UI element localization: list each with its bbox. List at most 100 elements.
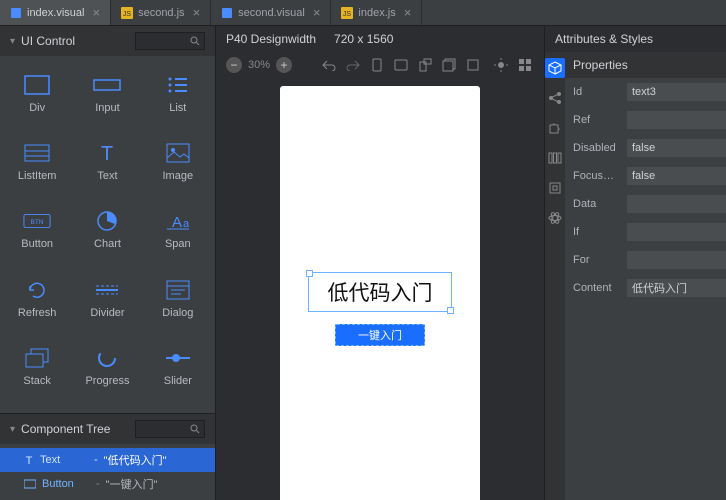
control-refresh[interactable]: Refresh xyxy=(4,271,70,335)
control-divider[interactable]: Divider xyxy=(74,271,140,335)
svg-text:T: T xyxy=(26,455,33,465)
divider-icon xyxy=(93,279,121,301)
tab-index-visual[interactable]: index.visual × xyxy=(0,0,111,25)
close-icon[interactable]: × xyxy=(313,5,321,20)
svg-text:T: T xyxy=(101,143,113,163)
canvas-toolbar: − 30% + xyxy=(216,52,544,82)
prop-row-focus: Focus… xyxy=(565,162,726,190)
canvas-text-element[interactable]: 低代码入门 xyxy=(308,272,452,312)
cube-icon[interactable] xyxy=(545,58,565,78)
left-sidebar: ▾UI Control Div Input List ListItem TTex… xyxy=(0,26,216,500)
control-image[interactable]: Image xyxy=(145,134,211,198)
close-icon[interactable]: × xyxy=(193,5,201,20)
layers-icon[interactable] xyxy=(440,56,458,74)
control-list[interactable]: List xyxy=(145,66,211,130)
properties-section-title: Properties xyxy=(565,52,726,78)
prop-input-if[interactable] xyxy=(627,223,726,241)
attributes-title: Attributes & Styles xyxy=(545,26,726,52)
atom-icon[interactable] xyxy=(545,208,565,228)
tree-node-text[interactable]: T Text - "低代码入门" xyxy=(0,448,215,472)
control-chart[interactable]: Chart xyxy=(74,202,140,266)
tree-search-input[interactable] xyxy=(135,420,205,438)
prop-input-focus[interactable] xyxy=(627,167,726,185)
tab-label: index.js xyxy=(358,7,395,19)
search-icon xyxy=(190,36,200,46)
zoom-in-button[interactable]: + xyxy=(276,57,292,73)
prop-row-disabled: Disabled xyxy=(565,134,726,162)
chevron-down-icon[interactable]: ▾ xyxy=(10,36,15,47)
list-icon xyxy=(164,74,192,96)
zoom-out-button[interactable]: − xyxy=(226,57,242,73)
close-icon[interactable]: × xyxy=(92,5,100,20)
device-label: P40 Designwidth xyxy=(226,32,316,46)
ui-control-header: ▾UI Control xyxy=(0,26,215,56)
device-rotate-icon[interactable] xyxy=(416,56,434,74)
prop-input-disabled[interactable] xyxy=(627,139,726,157)
brightness-icon[interactable] xyxy=(492,56,510,74)
tab-label: second.visual xyxy=(238,7,305,19)
prop-row-data: Data xyxy=(565,190,726,218)
svg-text:A: A xyxy=(172,214,182,230)
progress-icon xyxy=(93,347,121,369)
control-input[interactable]: Input xyxy=(74,66,140,130)
tab-second-js[interactable]: JS second.js × xyxy=(111,0,211,25)
close-icon[interactable]: × xyxy=(404,5,412,20)
prop-input-id[interactable] xyxy=(627,83,726,101)
text-icon: T xyxy=(24,455,34,465)
div-icon xyxy=(23,74,51,96)
svg-text:BTN: BTN xyxy=(31,219,44,226)
puzzle-icon[interactable] xyxy=(545,118,565,138)
tree-node-button[interactable]: Button - "一键入门" xyxy=(0,472,215,496)
text-icon: T xyxy=(93,142,121,164)
span-icon: Aa xyxy=(164,210,192,232)
slider-icon xyxy=(164,347,192,369)
fullscreen-icon[interactable] xyxy=(464,56,482,74)
image-icon xyxy=(164,142,192,164)
tab-index-js[interactable]: JS index.js × xyxy=(331,0,422,25)
refresh-icon xyxy=(23,279,51,301)
chart-icon xyxy=(93,210,121,232)
control-button[interactable]: BTNButton xyxy=(4,202,70,266)
undo-button[interactable] xyxy=(320,56,338,74)
share-icon[interactable] xyxy=(545,88,565,108)
visual-file-icon xyxy=(10,7,22,19)
control-span[interactable]: AaSpan xyxy=(145,202,211,266)
tab-label: second.js xyxy=(138,7,184,19)
svg-text:a: a xyxy=(183,218,190,230)
svg-text:JS: JS xyxy=(343,11,352,18)
device-dimensions: 720 x 1560 xyxy=(334,32,393,46)
prop-input-for[interactable] xyxy=(627,251,726,269)
control-progress[interactable]: Progress xyxy=(74,339,140,403)
properties-panel: Attributes & Styles Properties Id Ref Di… xyxy=(544,26,726,500)
prop-input-data[interactable] xyxy=(627,195,726,213)
control-div[interactable]: Div xyxy=(4,66,70,130)
property-category-rail xyxy=(545,52,565,500)
prop-row-if: If xyxy=(565,218,726,246)
device-tablet-icon[interactable] xyxy=(392,56,410,74)
canvas-button-element[interactable]: 一键入门 xyxy=(335,324,425,346)
editor-tabs: index.visual × JS second.js × second.vis… xyxy=(0,0,726,26)
prop-input-content[interactable] xyxy=(627,279,726,297)
control-search-input[interactable] xyxy=(135,32,205,50)
control-slider[interactable]: Slider xyxy=(145,339,211,403)
control-text[interactable]: TText xyxy=(74,134,140,198)
prop-input-ref[interactable] xyxy=(627,111,726,129)
js-file-icon: JS xyxy=(121,7,133,19)
device-phone-icon[interactable] xyxy=(368,56,386,74)
control-stack[interactable]: Stack xyxy=(4,339,70,403)
tab-second-visual[interactable]: second.visual × xyxy=(211,0,331,25)
component-tree-panel: ▾Component Tree T Text - "低代码入门" Button … xyxy=(0,413,215,500)
redo-button[interactable] xyxy=(344,56,362,74)
control-listitem[interactable]: ListItem xyxy=(4,134,70,198)
device-preview[interactable]: 低代码入门 一键入门 xyxy=(280,86,480,500)
button-icon: BTN xyxy=(23,210,51,232)
controls-palette: Div Input List ListItem TText Image BTNB… xyxy=(0,56,215,413)
tab-label: index.visual xyxy=(27,7,84,19)
chevron-down-icon[interactable]: ▾ xyxy=(10,424,15,435)
grid-icon[interactable] xyxy=(516,56,534,74)
stack-icon xyxy=(23,347,51,369)
control-dialog[interactable]: Dialog xyxy=(145,271,211,335)
columns-icon[interactable] xyxy=(545,148,565,168)
button-icon xyxy=(24,479,36,489)
box-icon[interactable] xyxy=(545,178,565,198)
